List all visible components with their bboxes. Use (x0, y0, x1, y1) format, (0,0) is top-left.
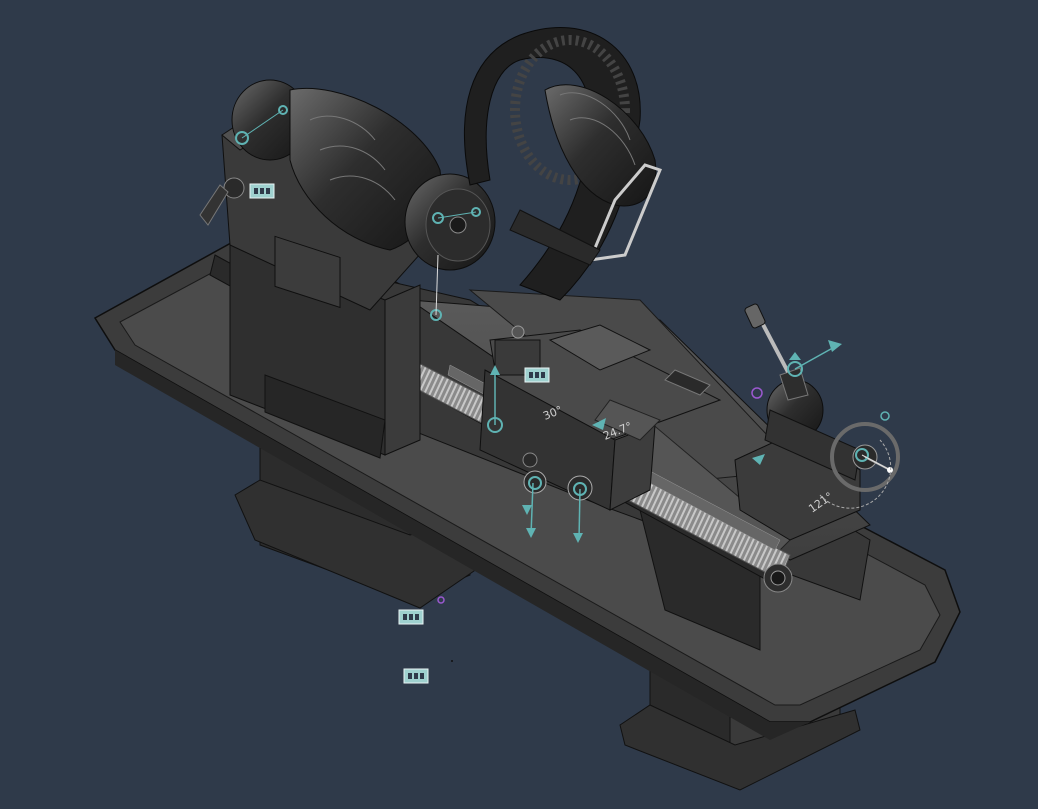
joint-icon (880, 411, 890, 421)
belt-drive (464, 27, 662, 301)
pin-icon (751, 387, 763, 399)
lathe-model[interactable]: 30° 24.7° 121° (0, 0, 1038, 805)
cad-viewport[interactable]: 30° 24.7° 121° (0, 0, 1038, 805)
pin-icon (437, 596, 445, 604)
pin-icon (451, 660, 453, 662)
rigid-group-icon (524, 367, 550, 383)
rigid-group-icon (249, 183, 275, 199)
rigid-group-icon (403, 668, 429, 684)
rigid-group-icon (398, 609, 424, 625)
